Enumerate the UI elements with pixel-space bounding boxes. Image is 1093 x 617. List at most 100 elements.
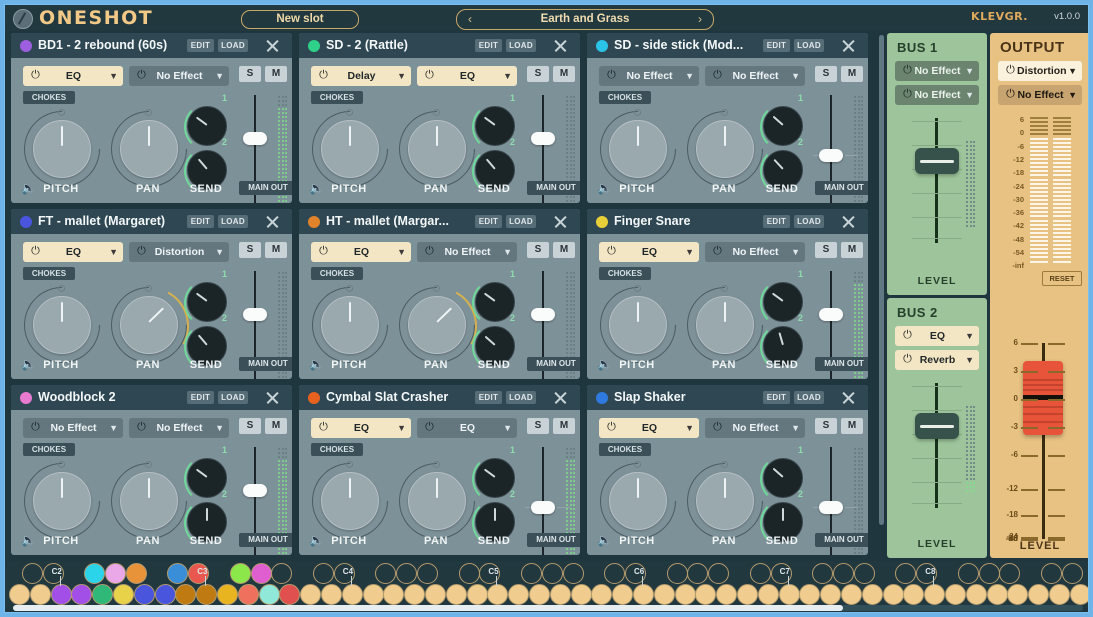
pad-black[interactable]	[1041, 563, 1062, 584]
power-icon[interactable]: ⏻	[901, 64, 914, 77]
power-icon[interactable]: ⏻	[423, 245, 436, 258]
pad-black[interactable]	[22, 563, 43, 584]
power-icon[interactable]: ⏻	[711, 421, 724, 434]
chokes-button[interactable]: CHOKES	[311, 91, 363, 104]
fx-slot-1[interactable]: ⏻ No Effect ▼	[23, 418, 123, 438]
pad-white[interactable]	[238, 584, 259, 605]
chevron-down-icon[interactable]: ▼	[109, 418, 118, 438]
fx-slot-1[interactable]: ⏻ EQ ▼	[23, 242, 123, 262]
pad-white[interactable]	[71, 584, 92, 605]
chevron-down-icon[interactable]: ▼	[215, 66, 224, 86]
pad-white[interactable]	[92, 584, 113, 605]
mute-button[interactable]: M	[841, 418, 863, 434]
pad-white[interactable]	[404, 584, 425, 605]
pad-white[interactable]	[196, 584, 217, 605]
mute-button[interactable]: M	[841, 242, 863, 258]
pitch-knob[interactable]	[33, 120, 91, 178]
send-1-knob[interactable]	[763, 282, 803, 322]
chokes-button[interactable]: CHOKES	[599, 443, 651, 456]
pitch-knob[interactable]	[321, 472, 379, 530]
chevron-down-icon[interactable]: ▼	[1068, 61, 1077, 81]
pad-white[interactable]	[383, 584, 404, 605]
pad-white[interactable]	[342, 584, 363, 605]
power-icon[interactable]: ⏻	[135, 69, 148, 82]
pad-white[interactable]	[966, 584, 987, 605]
edit-button[interactable]: EDIT	[475, 39, 502, 52]
pitch-knob[interactable]	[609, 296, 667, 354]
power-icon[interactable]: ⏻	[423, 421, 436, 434]
send-1-knob[interactable]	[475, 106, 515, 146]
speaker-icon[interactable]: 🔈	[21, 533, 35, 547]
pad-white[interactable]	[633, 584, 654, 605]
load-button[interactable]: LOAD	[794, 39, 824, 52]
chevron-down-icon[interactable]: ▼	[791, 418, 800, 438]
chevron-down-icon[interactable]: ▼	[1068, 85, 1077, 105]
volume-fader-handle[interactable]	[531, 501, 555, 514]
send-1-knob[interactable]	[475, 458, 515, 498]
pad-white[interactable]	[758, 584, 779, 605]
fx-slot-1[interactable]: ⏻ EQ ▼	[599, 242, 699, 262]
pad-white[interactable]	[799, 584, 820, 605]
send-1-knob[interactable]	[187, 106, 227, 146]
pan-knob[interactable]	[408, 296, 466, 354]
bus-1-fx-slot-1[interactable]: ⏻ No Effect ▼	[895, 61, 979, 81]
edit-button[interactable]: EDIT	[763, 39, 790, 52]
edit-button[interactable]: EDIT	[763, 215, 790, 228]
send-1-knob[interactable]	[763, 106, 803, 146]
pad-white[interactable]	[779, 584, 800, 605]
close-icon[interactable]	[553, 214, 568, 229]
pad-white[interactable]	[591, 584, 612, 605]
power-icon[interactable]: ⏻	[1004, 64, 1017, 77]
mute-button[interactable]: M	[265, 418, 287, 434]
pad-white[interactable]	[571, 584, 592, 605]
solo-button[interactable]: S	[239, 418, 261, 434]
pad-black[interactable]	[230, 563, 251, 584]
chevron-down-icon[interactable]: ▼	[503, 418, 512, 438]
solo-button[interactable]: S	[527, 242, 549, 258]
bus-2-fx-slot-2[interactable]: ⏻ Reverb ▼	[895, 350, 979, 370]
main-out-button[interactable]: MAIN OUT	[239, 181, 292, 195]
bus-1-fader-handle[interactable]	[915, 148, 959, 174]
chokes-button[interactable]: CHOKES	[311, 267, 363, 280]
new-slot-button[interactable]: New slot	[241, 10, 359, 29]
volume-fader-handle[interactable]	[243, 132, 267, 145]
pad-white[interactable]	[1049, 584, 1070, 605]
pad-white[interactable]	[446, 584, 467, 605]
fx-slot-2[interactable]: ⏻ No Effect ▼	[705, 418, 805, 438]
pad-black[interactable]	[958, 563, 979, 584]
power-icon[interactable]: ⏻	[29, 421, 42, 434]
pad-white[interactable]	[300, 584, 321, 605]
speaker-icon[interactable]: 🔈	[309, 357, 323, 371]
power-icon[interactable]: ⏻	[29, 245, 42, 258]
pad-black[interactable]	[604, 563, 625, 584]
chokes-button[interactable]: CHOKES	[599, 267, 651, 280]
scrollbar-thumb[interactable]	[879, 35, 884, 525]
edit-button[interactable]: EDIT	[187, 391, 214, 404]
chevron-down-icon[interactable]: ▼	[965, 61, 974, 81]
pad-white[interactable]	[113, 584, 134, 605]
solo-button[interactable]: S	[527, 66, 549, 82]
pad-white[interactable]	[51, 584, 72, 605]
pad-white[interactable]	[1007, 584, 1028, 605]
pad-black[interactable]	[563, 563, 584, 584]
power-icon[interactable]: ⏻	[901, 353, 914, 366]
fx-slot-1[interactable]: ⏻ Delay ▼	[311, 66, 411, 86]
pitch-knob[interactable]	[321, 296, 379, 354]
fx-slot-1[interactable]: ⏻ EQ ▼	[311, 242, 411, 262]
main-out-button[interactable]: MAIN OUT	[239, 357, 292, 371]
fx-slot-2[interactable]: ⏻ EQ ▼	[417, 66, 517, 86]
slots-vertical-scrollbar[interactable]	[879, 35, 884, 555]
pad-black[interactable]	[1062, 563, 1083, 584]
pad-white[interactable]	[155, 584, 176, 605]
preset-next-icon[interactable]: ›	[690, 10, 710, 29]
chokes-button[interactable]: CHOKES	[23, 91, 75, 104]
speaker-icon[interactable]: 🔈	[21, 357, 35, 371]
load-button[interactable]: LOAD	[218, 215, 248, 228]
chevron-down-icon[interactable]: ▼	[215, 242, 224, 262]
power-icon[interactable]: ⏻	[901, 88, 914, 101]
pad-white[interactable]	[903, 584, 924, 605]
main-out-button[interactable]: MAIN OUT	[527, 533, 580, 547]
edit-button[interactable]: EDIT	[187, 39, 214, 52]
chevron-down-icon[interactable]: ▼	[109, 66, 118, 86]
mute-button[interactable]: M	[841, 66, 863, 82]
